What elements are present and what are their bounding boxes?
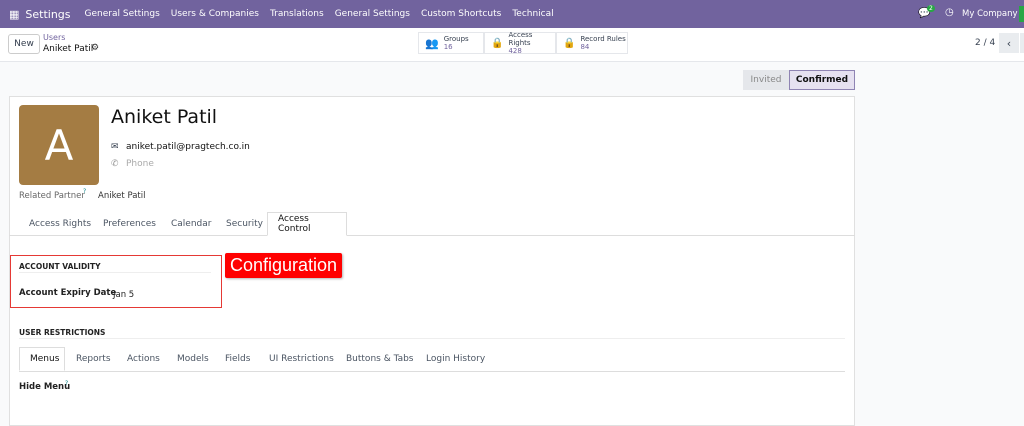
related-partner-label: Related Partner <box>19 191 85 201</box>
clock-icon[interactable]: ◷ <box>945 7 954 18</box>
stat-label: Record Rules <box>580 35 626 43</box>
subtab-fields[interactable]: Fields <box>215 347 260 371</box>
record-rules-stat-button[interactable]: 🔒 Record Rules 84 <box>556 32 628 54</box>
stat-value: 84 <box>580 43 590 51</box>
phone-field[interactable]: Phone <box>126 159 154 169</box>
expiry-date-field[interactable]: Jan 5 <box>113 290 134 300</box>
chat-badge: 2 <box>927 5 935 12</box>
user-restrictions-heading: USER RESTRICTIONS <box>19 328 106 337</box>
gear-icon[interactable]: ⚙ <box>91 43 99 53</box>
expiry-label: Account Expiry Date <box>19 288 117 298</box>
breadcrumb-users[interactable]: Users <box>43 33 65 42</box>
envelope-icon: ✉ <box>111 142 119 152</box>
lock-icon: 🔒 <box>491 37 504 49</box>
new-button[interactable]: New <box>8 34 40 54</box>
section-divider <box>19 338 845 339</box>
app-name[interactable]: Settings <box>25 8 70 21</box>
tab-access-rights[interactable]: Access Rights <box>19 212 101 236</box>
top-navbar: ▦ Settings General Settings Users & Comp… <box>0 0 1024 28</box>
stat-label: Access Rights <box>508 31 533 47</box>
tab-calendar[interactable]: Calendar <box>161 212 221 236</box>
phone-icon: ✆ <box>111 159 119 169</box>
subtab-reports[interactable]: Reports <box>66 347 121 371</box>
menu-general-settings-2[interactable]: General Settings <box>335 9 410 19</box>
groups-stat-button[interactable]: 👥 Groups 16 <box>418 32 484 54</box>
subtab-login-history[interactable]: Login History <box>416 347 495 371</box>
tab-preferences[interactable]: Preferences <box>93 212 166 236</box>
pager-previous-button[interactable]: ‹ <box>999 33 1019 53</box>
stat-value: 428 <box>508 47 522 55</box>
users-icon: 👥 <box>425 36 439 50</box>
pager-value[interactable]: 2 / 4 <box>975 38 995 48</box>
email-field[interactable]: aniket.patil@pragtech.co.in <box>126 142 250 152</box>
subtab-menus[interactable]: Menus <box>19 347 65 371</box>
configuration-annotation: Configuration <box>225 253 342 278</box>
status-confirmed[interactable]: Confirmed <box>789 70 855 90</box>
menu-general-settings[interactable]: General Settings <box>85 9 160 19</box>
menu-custom-shortcuts[interactable]: Custom Shortcuts <box>421 9 501 19</box>
tab-security[interactable]: Security <box>216 212 273 236</box>
stat-label: Groups <box>443 35 469 43</box>
record-title: Aniket Patil <box>43 44 94 54</box>
status-invited[interactable]: Invited <box>743 70 789 90</box>
tab-access-control[interactable]: Access Control <box>267 212 347 236</box>
avatar[interactable] <box>1019 6 1024 22</box>
help-tooltip[interactable]: ? <box>83 188 86 195</box>
help-tooltip[interactable]: ? <box>65 380 68 387</box>
subtabs-divider <box>19 371 845 372</box>
menu-users-companies[interactable]: Users & Companies <box>171 9 259 19</box>
apps-grid-icon[interactable]: ▦ <box>9 8 19 21</box>
menu-technical[interactable]: Technical <box>512 9 553 19</box>
stat-value: 16 <box>443 43 453 51</box>
lock-icon: 🔒 <box>563 37 576 49</box>
subtab-models[interactable]: Models <box>167 347 219 371</box>
menu-translations[interactable]: Translations <box>270 9 324 19</box>
subtab-ui-restrictions[interactable]: UI Restrictions <box>259 347 344 371</box>
user-name[interactable]: Aniket Patil <box>111 106 217 128</box>
account-validity-heading: ACCOUNT VALIDITY <box>19 262 101 271</box>
control-panel: New Users Aniket Patil ⚙ 👥 Groups 16 🔒 Acce… <box>0 28 1024 62</box>
pager-next-button[interactable] <box>1020 33 1024 53</box>
subtab-actions[interactable]: Actions <box>117 347 170 371</box>
access-rights-stat-button[interactable]: 🔒 Access Rights 428 <box>484 31 556 55</box>
hide-menu-label: Hide Menu <box>19 382 71 392</box>
section-divider <box>19 272 211 273</box>
subtab-buttons-tabs[interactable]: Buttons & Tabs <box>336 347 424 371</box>
avatar-image[interactable]: A <box>19 105 99 185</box>
company-switcher[interactable]: My Company <box>962 9 1018 19</box>
related-partner-link[interactable]: Aniket Patil <box>98 191 145 201</box>
